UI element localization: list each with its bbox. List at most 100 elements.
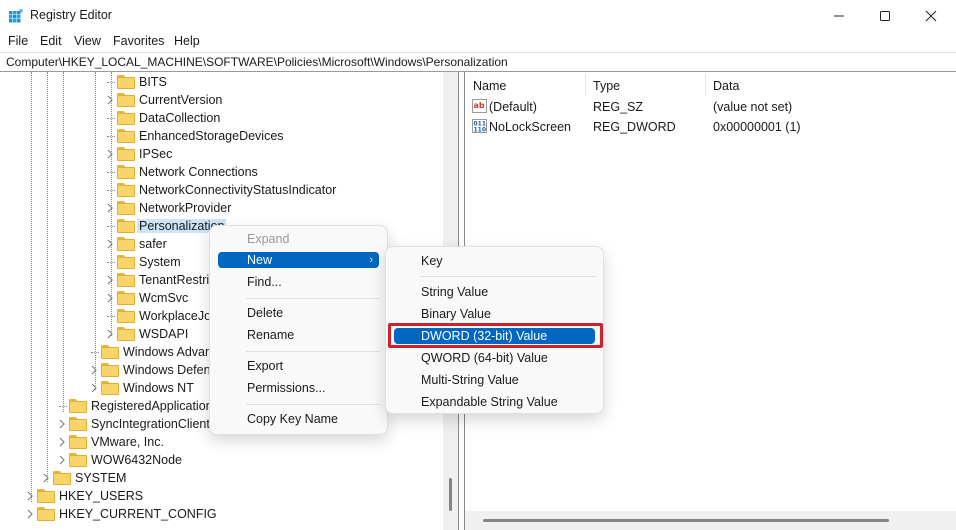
chevron-right-icon[interactable] bbox=[90, 365, 100, 375]
folder-icon bbox=[117, 219, 135, 233]
tree-node[interactable]: EnhancedStorageDevices bbox=[117, 127, 284, 145]
menu-item-permissions[interactable]: Permissions... bbox=[218, 380, 379, 396]
menu-bar: File Edit View Favorites Help bbox=[0, 32, 956, 52]
menu-favorites[interactable]: Favorites bbox=[113, 34, 164, 48]
column-header-data[interactable]: Data bbox=[713, 79, 739, 93]
chevron-right-icon[interactable] bbox=[106, 329, 116, 339]
menu-separator bbox=[420, 276, 597, 277]
chevron-right-icon: › bbox=[369, 254, 373, 266]
context-menu: Expand New › Find... Delete Rename Export… bbox=[209, 225, 388, 435]
chevron-right-icon[interactable] bbox=[42, 473, 52, 483]
tree-node[interactable]: WSDAPI bbox=[107, 325, 188, 343]
menu-view[interactable]: View bbox=[74, 34, 101, 48]
menu-item-label: New bbox=[247, 253, 273, 267]
tree-guide-line bbox=[95, 72, 96, 390]
value-row[interactable]: ab (Default) REG_SZ (value not set) bbox=[465, 98, 956, 118]
folder-icon bbox=[117, 93, 135, 107]
chevron-right-icon[interactable] bbox=[106, 293, 116, 303]
tree-node[interactable]: WcmSvc bbox=[107, 289, 188, 307]
binary-value-icon: 011 110 bbox=[472, 119, 487, 133]
menu-help[interactable]: Help bbox=[174, 34, 200, 48]
submenu-item-key[interactable]: Key bbox=[394, 253, 595, 269]
values-horizontal-scrollbar[interactable] bbox=[465, 511, 956, 530]
menu-separator bbox=[246, 404, 380, 405]
tree-node-label: BITS bbox=[139, 75, 167, 89]
tree-node[interactable]: HKEY_CURRENT_CONFIG bbox=[27, 505, 217, 523]
folder-icon bbox=[53, 471, 71, 485]
folder-icon bbox=[37, 489, 55, 503]
minimize-button[interactable] bbox=[816, 0, 862, 32]
tree-guide-line bbox=[47, 72, 48, 482]
column-divider[interactable] bbox=[585, 74, 586, 96]
tree-guide-line bbox=[107, 82, 115, 83]
tree-node[interactable]: HKEY_USERS bbox=[27, 487, 143, 505]
menu-item-label: Rename bbox=[247, 328, 295, 342]
column-header-type[interactable]: Type bbox=[593, 79, 620, 93]
address-input[interactable] bbox=[0, 53, 956, 71]
menu-item-rename[interactable]: Rename bbox=[218, 327, 379, 343]
chevron-right-icon[interactable] bbox=[106, 239, 116, 249]
tree-guide-line bbox=[91, 352, 99, 353]
maximize-button[interactable] bbox=[862, 0, 908, 32]
folder-icon bbox=[69, 417, 87, 431]
tree-node[interactable]: WorkplaceJoin bbox=[117, 307, 221, 325]
tree-node[interactable]: SyncIntegrationClients bbox=[59, 415, 217, 433]
submenu-item-string-value[interactable]: String Value bbox=[394, 284, 595, 300]
tree-node-label: SyncIntegrationClients bbox=[91, 417, 217, 431]
menu-item-copy-key-name[interactable]: Copy Key Name bbox=[218, 411, 379, 427]
tree-node[interactable]: Network Connections bbox=[117, 163, 258, 181]
tree-node-label: NetworkProvider bbox=[139, 201, 232, 215]
folder-icon bbox=[101, 363, 119, 377]
chevron-right-icon[interactable] bbox=[58, 419, 68, 429]
tree-node[interactable]: Windows NT bbox=[91, 379, 194, 397]
tree-node[interactable]: BITS bbox=[117, 73, 167, 91]
column-header-name[interactable]: Name bbox=[473, 79, 506, 93]
folder-icon bbox=[69, 435, 87, 449]
tree-scroll-thumb[interactable] bbox=[449, 478, 452, 511]
chevron-right-icon[interactable] bbox=[106, 203, 116, 213]
values-scroll-thumb[interactable] bbox=[483, 519, 889, 522]
menu-separator bbox=[246, 351, 380, 352]
tree-node[interactable]: NetworkProvider bbox=[107, 199, 232, 217]
chevron-right-icon[interactable] bbox=[58, 455, 68, 465]
maximize-icon bbox=[880, 11, 890, 21]
chevron-right-icon[interactable] bbox=[26, 509, 36, 519]
chevron-right-icon[interactable] bbox=[58, 437, 68, 447]
chevron-right-icon[interactable] bbox=[90, 383, 100, 393]
menu-item-delete[interactable]: Delete bbox=[218, 305, 379, 321]
window-title: Registry Editor bbox=[30, 8, 112, 22]
tree-node[interactable]: VMware, Inc. bbox=[59, 433, 164, 451]
tree-node[interactable]: RegisteredApplications bbox=[69, 397, 219, 415]
menu-edit[interactable]: Edit bbox=[40, 34, 62, 48]
menu-item-expand[interactable]: Expand bbox=[218, 231, 379, 247]
value-row[interactable]: 011 110 NoLockScreen REG_DWORD 0x0000000… bbox=[465, 118, 956, 138]
submenu-item-binary-value[interactable]: Binary Value bbox=[394, 306, 595, 322]
submenu-item-multi-string-value[interactable]: Multi-String Value bbox=[394, 372, 595, 388]
chevron-right-icon[interactable] bbox=[106, 275, 116, 285]
tree-node[interactable]: IPSec bbox=[107, 145, 172, 163]
tree-node-label: HKEY_CURRENT_CONFIG bbox=[59, 507, 217, 521]
value-data: 0x00000001 (1) bbox=[713, 120, 801, 134]
chevron-right-icon[interactable] bbox=[106, 95, 116, 105]
tree-node[interactable]: WOW6432Node bbox=[59, 451, 182, 469]
submenu-item-qword-value[interactable]: QWORD (64-bit) Value bbox=[394, 350, 595, 366]
menu-item-find[interactable]: Find... bbox=[218, 274, 379, 290]
menu-item-new[interactable]: New › bbox=[218, 252, 379, 268]
chevron-right-icon[interactable] bbox=[106, 149, 116, 159]
close-button[interactable] bbox=[908, 0, 954, 32]
tree-node[interactable]: SYSTEM bbox=[43, 469, 126, 487]
menu-item-label: Export bbox=[247, 359, 284, 373]
tree-node[interactable]: safer bbox=[107, 235, 167, 253]
menu-file[interactable]: File bbox=[8, 34, 28, 48]
submenu-item-expandable-string-value[interactable]: Expandable String Value bbox=[394, 394, 595, 410]
tree-node[interactable]: NetworkConnectivityStatusIndicator bbox=[117, 181, 336, 199]
chevron-right-icon[interactable] bbox=[26, 491, 36, 501]
title-bar: Registry Editor bbox=[0, 0, 956, 32]
menu-separator bbox=[246, 298, 380, 299]
tree-node[interactable]: DataCollection bbox=[117, 109, 220, 127]
address-bar bbox=[0, 52, 956, 72]
tree-node[interactable]: CurrentVersion bbox=[107, 91, 222, 109]
menu-item-export[interactable]: Export bbox=[218, 358, 379, 374]
column-divider[interactable] bbox=[705, 74, 706, 96]
tree-node[interactable]: System bbox=[117, 253, 181, 271]
